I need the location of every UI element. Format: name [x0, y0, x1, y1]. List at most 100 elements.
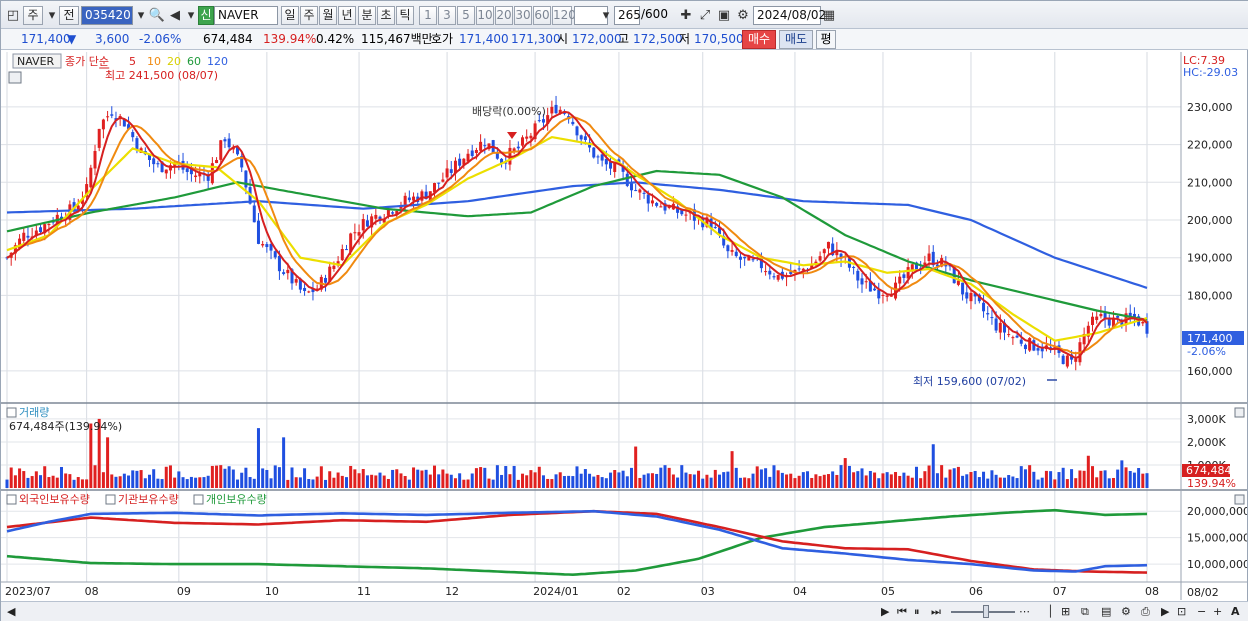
- volume-bar: [1074, 478, 1078, 488]
- legend-individual-holdings[interactable]: 개인보유수량: [206, 493, 267, 506]
- tab-day[interactable]: 일: [281, 6, 299, 25]
- zoom-in-icon[interactable]: ▶: [1161, 604, 1169, 619]
- volume-bar: [705, 474, 709, 488]
- tab-year[interactable]: 년: [338, 6, 356, 25]
- rewind-icon[interactable]: ⏮: [897, 604, 907, 619]
- evaluate-button[interactable]: 평: [816, 30, 836, 49]
- legend-ma5[interactable]: 5: [129, 55, 136, 68]
- volume-bar: [127, 475, 131, 488]
- volume-bar: [269, 478, 273, 488]
- candle-body: [474, 150, 478, 154]
- price-tick-label: 210,000: [1187, 176, 1233, 189]
- scroll-left-icon[interactable]: ◀: [7, 604, 15, 619]
- interval-10-button[interactable]: 10: [476, 6, 494, 25]
- legend-foreign-holdings[interactable]: 외국인보유수량: [19, 493, 90, 506]
- calendar-icon[interactable]: ▦: [820, 6, 838, 25]
- settings-icon[interactable]: ⚙: [1121, 604, 1131, 619]
- volume-bar: [164, 466, 168, 488]
- candle-body: [726, 245, 730, 252]
- volume-bar: [839, 465, 843, 488]
- x-tick-label: 05: [881, 585, 895, 598]
- compare-icon[interactable]: ⧉: [1081, 604, 1089, 619]
- legend-ma20[interactable]: 20: [167, 55, 181, 68]
- holdings-panel-close-icon[interactable]: [1234, 494, 1245, 505]
- volume-panel-icon[interactable]: [6, 407, 17, 418]
- candle-body: [412, 196, 416, 201]
- crosshair-icon[interactable]: ✚: [677, 6, 695, 25]
- draw-tool-icon[interactable]: ⤢: [696, 6, 714, 25]
- tab-week[interactable]: 주: [300, 6, 318, 25]
- window-icon[interactable]: ◰: [4, 6, 22, 25]
- interval-60-button[interactable]: 60: [533, 6, 551, 25]
- tab-tick[interactable]: 틱: [396, 6, 414, 25]
- zoom-reset-icon[interactable]: ⊡: [1177, 604, 1186, 619]
- interval-20-button[interactable]: 20: [495, 6, 513, 25]
- candle-body: [403, 195, 407, 205]
- stock-name-field[interactable]: NAVER: [214, 6, 278, 25]
- volume-panel-close-icon[interactable]: [1234, 407, 1245, 418]
- volume-bar: [826, 474, 830, 488]
- sell-button[interactable]: 매도: [779, 30, 813, 49]
- dotted-line-icon[interactable]: ⋯: [1019, 604, 1030, 619]
- chart-type-icon[interactable]: ▤: [1101, 604, 1111, 619]
- high-price: 172,500: [633, 32, 683, 46]
- candle-body: [89, 167, 93, 188]
- previous-button[interactable]: 전: [59, 6, 79, 25]
- gear-icon[interactable]: ⚙: [734, 6, 752, 25]
- plus-icon[interactable]: +: [1213, 604, 1222, 619]
- volume-bar: [797, 475, 801, 488]
- candle-body: [575, 126, 579, 136]
- search-icon[interactable]: 🔍: [148, 6, 166, 25]
- play-right-icon[interactable]: ▶: [881, 604, 889, 619]
- volume-bar: [650, 473, 654, 488]
- interval-30-button[interactable]: 30: [514, 6, 532, 25]
- institution-legend-icon[interactable]: [105, 494, 116, 505]
- candle-body: [856, 270, 860, 281]
- candle-body: [1091, 316, 1095, 326]
- chart-background: [1, 52, 1247, 600]
- interval-1-button[interactable]: 1: [419, 6, 437, 25]
- volume-bar: [64, 473, 68, 488]
- ruler-icon[interactable]: ⊞: [1061, 604, 1070, 619]
- bar-count-input[interactable]: 265: [614, 6, 641, 25]
- tab-month[interactable]: 월: [319, 6, 337, 25]
- chart-scrollbar[interactable]: ◀ ▶ ⏮ ⏸ ⏭ ⋯ │ ⊞ ⧉ ▤ ⚙ ⎙ ▶ ⊡ − + A: [1, 601, 1248, 621]
- volume-bar: [1065, 479, 1069, 488]
- interval-3-button[interactable]: 3: [438, 6, 456, 25]
- legend-ma120[interactable]: 120: [207, 55, 228, 68]
- divider-icon[interactable]: │: [1047, 604, 1054, 619]
- volume-bar: [160, 479, 164, 488]
- last-change-label: -2.06%: [1187, 345, 1226, 358]
- volume-panel-title[interactable]: 거래량: [19, 406, 49, 419]
- fast-forward-icon[interactable]: ⏭: [931, 604, 941, 619]
- volume-bar: [240, 472, 244, 488]
- stock-code-input[interactable]: 035420: [81, 6, 133, 25]
- tab-minute[interactable]: 분: [358, 6, 376, 25]
- period-select-button[interactable]: 주: [23, 6, 43, 25]
- date-input[interactable]: 2024/08/02: [753, 6, 826, 25]
- legend-ma-label[interactable]: 종가 단순: [65, 55, 109, 68]
- font-size-icon[interactable]: A: [1231, 604, 1240, 619]
- tab-second[interactable]: 초: [377, 6, 395, 25]
- save-icon[interactable]: ▣: [715, 6, 733, 25]
- volume-bar: [889, 474, 893, 488]
- pause-icon[interactable]: ⏸: [914, 604, 920, 619]
- grid-toggle-icon[interactable]: [8, 71, 22, 84]
- legend-institution-holdings[interactable]: 기관보유수량: [118, 493, 179, 506]
- interval-120-button[interactable]: 120: [552, 6, 576, 25]
- interval-5-button[interactable]: 5: [457, 6, 475, 25]
- candle-body: [634, 190, 638, 192]
- custom-interval-dropdown-icon[interactable]: ▾: [597, 6, 615, 25]
- legend-ma60[interactable]: 60: [187, 55, 201, 68]
- minus-icon[interactable]: −: [1197, 604, 1206, 619]
- print-icon[interactable]: ⎙: [1141, 604, 1150, 619]
- legend-ma10[interactable]: 10: [147, 55, 161, 68]
- candle-body: [449, 169, 453, 173]
- buy-button[interactable]: 매수: [742, 30, 776, 49]
- holdings-panel-icon[interactable]: [6, 494, 17, 505]
- volume-bar: [785, 474, 789, 488]
- price-chart[interactable]: 2023/07 08 09 10 11 12 2024/01 02 03 04 05 06 07 08 23…: [1, 52, 1247, 600]
- individual-legend-icon[interactable]: [193, 494, 204, 505]
- volume-bar: [1095, 477, 1099, 488]
- zoom-slider-thumb[interactable]: [983, 605, 989, 618]
